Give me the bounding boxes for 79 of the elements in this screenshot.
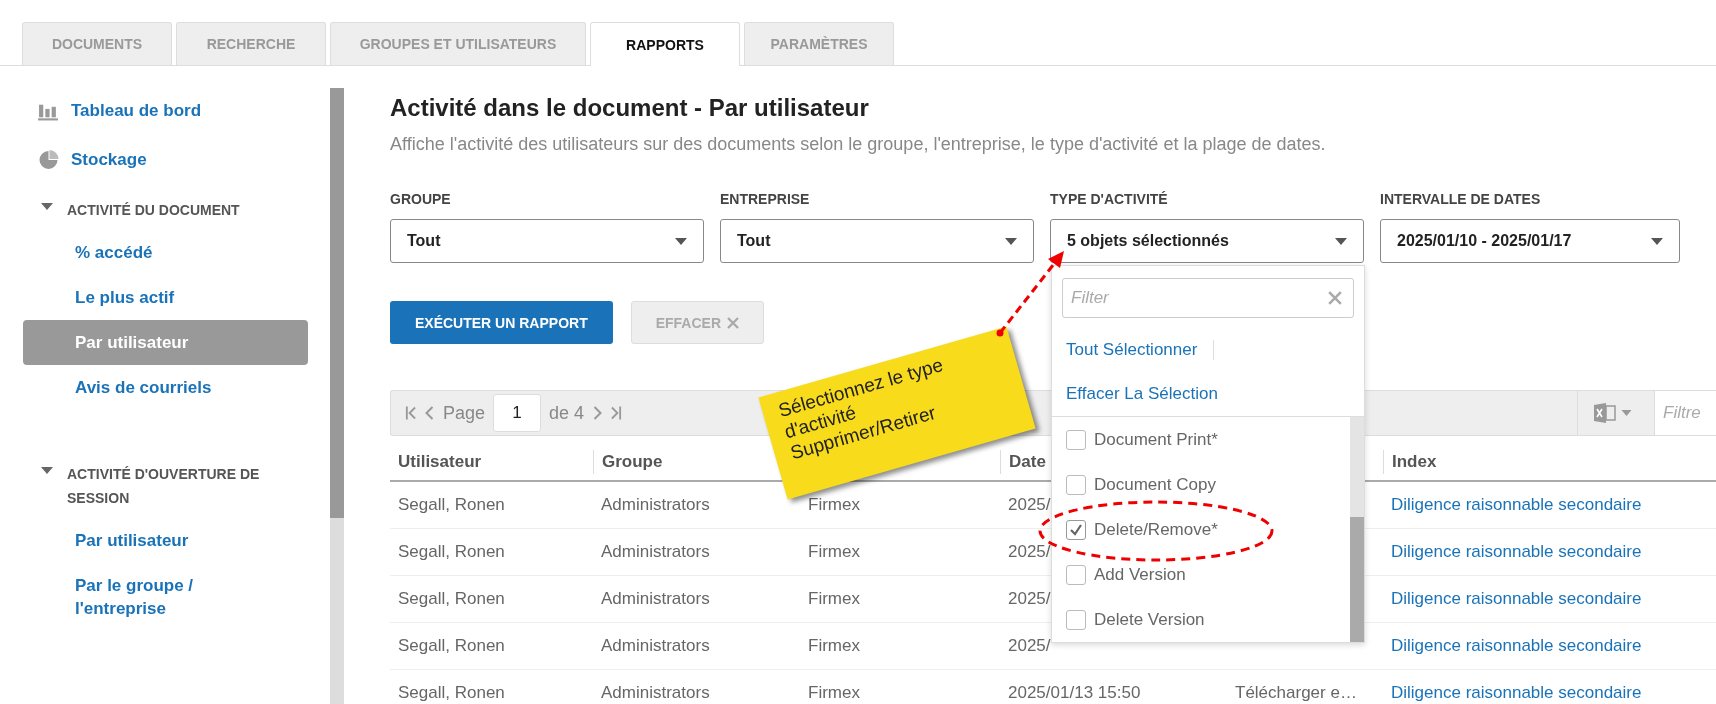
table-cell: Segall, Ronen	[398, 589, 505, 608]
close-icon[interactable]	[1328, 291, 1342, 305]
table-cell: Administrators	[601, 495, 710, 514]
sidebar-item[interactable]: Par le groupe / l'entreprise	[23, 563, 308, 631]
section-header: ACTIVITÉ DU DOCUMENT	[67, 201, 241, 220]
table-cell: Segall, Ronen	[398, 636, 505, 655]
index-link[interactable]: Diligence raisonnable secondaire	[1391, 495, 1642, 514]
pie-chart-icon	[38, 149, 59, 170]
index-link[interactable]: Diligence raisonnable secondaire	[1391, 542, 1642, 561]
last-page-icon[interactable]	[611, 405, 623, 421]
option-checkbox[interactable]: Delete Version	[1052, 597, 1350, 642]
table-cell: Administrators	[601, 542, 710, 561]
option-checkbox[interactable]: Add Version	[1052, 552, 1350, 597]
select-all-link[interactable]: Tout Sélectionner	[1066, 340, 1198, 360]
dropdown-select[interactable]: Tout	[390, 219, 704, 263]
sidebar-item[interactable]: Stockage	[0, 135, 330, 184]
filter-field[interactable]: Filter	[1062, 278, 1354, 318]
spreadsheet-icon	[1592, 402, 1617, 424]
table-cell: Télécharger e…	[1235, 683, 1357, 702]
table-filter-field[interactable]: Filtre	[1654, 391, 1716, 435]
scrollbar-thumb[interactable]	[330, 88, 344, 518]
table-cell: Firmex	[808, 636, 860, 655]
table-cell: Administrators	[601, 589, 710, 608]
page-number-field[interactable]: 1	[493, 394, 542, 432]
index-link[interactable]: Diligence raisonnable secondaire	[1391, 636, 1642, 655]
section-header: ACTIVITÉ D'OUVERTURE DE SESSION	[67, 465, 261, 508]
caret-icon[interactable]	[41, 203, 53, 211]
dropdown-select[interactable]: 2025/01/10 - 2025/01/17	[1380, 219, 1680, 263]
sidebar-item[interactable]: Par utilisateur	[23, 518, 308, 563]
sidebar-item[interactable]: Avis de courriels	[23, 365, 308, 410]
previous-page-icon[interactable]	[424, 405, 435, 421]
next-page-icon[interactable]	[592, 405, 604, 421]
option-checkbox[interactable]: Document Copy	[1052, 462, 1350, 507]
column-header[interactable]: Utilisateur	[398, 452, 482, 472]
caret-icon	[1620, 410, 1632, 416]
filter-label: ENTREPRISE	[720, 191, 811, 207]
caret-icon	[1005, 237, 1017, 245]
sidebar-item[interactable]: Le plus actif	[23, 275, 308, 320]
index-link[interactable]: Diligence raisonnable secondaire	[1391, 683, 1642, 702]
option-checkbox[interactable]: Delete/Remove*	[1052, 507, 1350, 552]
filter-label: TYPE D'ACTIVITÉ	[1050, 191, 1169, 207]
sidebar-item[interactable]: Par utilisateur	[23, 320, 308, 365]
table-cell: Segall, Ronen	[398, 683, 505, 702]
table-cell: 2025/01/13 15:50	[1008, 683, 1141, 702]
filter-label: GROUPE	[390, 191, 452, 207]
dropdown-select[interactable]: 5 objets sélectionnés	[1050, 219, 1364, 263]
caret-icon[interactable]	[41, 467, 53, 475]
table-cell: Administrators	[601, 636, 710, 655]
tab[interactable]: RAPPORTS	[590, 22, 740, 66]
sidebar-item[interactable]: % accédé	[23, 230, 308, 275]
sidebar-item[interactable]: Tableau de bord	[0, 86, 330, 135]
option-checkbox[interactable]: Document Print*	[1052, 417, 1350, 462]
table-cell: Administrators	[601, 683, 710, 702]
table-cell: Firmex	[808, 542, 860, 561]
table-cell: 2025/	[1008, 589, 1051, 608]
run-report-button[interactable]: EXÉCUTER UN RAPPORT	[390, 301, 613, 344]
table-cell: Segall, Ronen	[398, 495, 505, 514]
page-count: de 4	[549, 402, 585, 424]
first-page-icon[interactable]	[405, 405, 416, 421]
table-cell: Firmex	[808, 589, 860, 608]
table-cell: 2025/	[1008, 636, 1051, 655]
dropdown-select[interactable]: Tout	[720, 219, 1034, 263]
filter-label: INTERVALLE DE DATES	[1380, 191, 1542, 207]
page-description: Affiche l'activité des utilisateurs sur des documents selon le groupe, l'entreprise, le type d'activité et la plage de dates.	[390, 134, 1327, 155]
index-link[interactable]: Diligence raisonnable secondaire	[1391, 589, 1642, 608]
clear-selection-link[interactable]: Effacer La Sélection	[1066, 384, 1218, 404]
scrollbar-thumb[interactable]	[1350, 517, 1364, 642]
column-header[interactable]: Groupe	[602, 452, 663, 472]
checkmark-icon	[1069, 522, 1083, 537]
clear-icon	[727, 316, 740, 329]
caret-icon	[1651, 237, 1663, 245]
column-header[interactable]: Index	[1392, 452, 1437, 472]
table-cell: Segall, Ronen	[398, 542, 505, 561]
page-title: Activité dans le document - Par utilisateur	[390, 94, 870, 122]
caret-icon	[675, 237, 687, 245]
table-cell: Firmex	[808, 683, 860, 702]
table-cell: 2025/	[1008, 542, 1051, 561]
caret-icon	[1335, 237, 1347, 245]
page-label: Page	[443, 402, 486, 424]
